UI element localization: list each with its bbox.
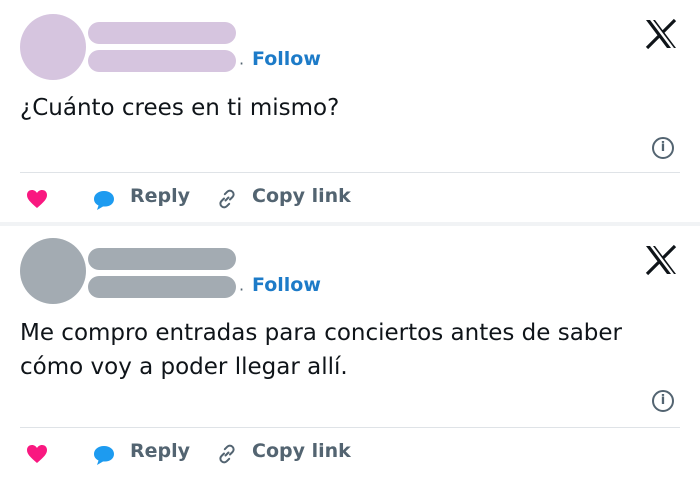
follow-button[interactable]: Follow bbox=[252, 48, 321, 70]
tweet-card: · Follow Me compro entradas para concier… bbox=[0, 226, 700, 480]
reply-icon[interactable] bbox=[92, 189, 116, 211]
reply-button[interactable]: Reply bbox=[130, 185, 190, 207]
display-name-redacted[interactable] bbox=[88, 248, 236, 270]
heart-icon[interactable] bbox=[26, 444, 48, 464]
link-icon[interactable] bbox=[216, 443, 238, 465]
action-bar: Reply Copy link bbox=[0, 183, 700, 213]
tweet-card: · Follow ¿Cuánto crees en ti mismo? i Re… bbox=[0, 0, 700, 222]
tweet-text-line: ¿Cuánto crees en ti mismo? bbox=[20, 95, 340, 121]
handle-redacted[interactable] bbox=[88, 50, 236, 72]
divider-line bbox=[20, 172, 680, 173]
copy-link-button[interactable]: Copy link bbox=[252, 440, 351, 462]
reply-icon[interactable] bbox=[92, 444, 116, 466]
tweet-text-line: cómo voy a poder llegar allí. bbox=[20, 354, 348, 380]
info-icon[interactable]: i bbox=[652, 137, 674, 159]
separator-dot: · bbox=[239, 280, 245, 299]
separator-dot: · bbox=[239, 54, 245, 73]
x-logo-icon[interactable] bbox=[644, 18, 678, 50]
x-logo-icon[interactable] bbox=[644, 244, 678, 276]
link-icon[interactable] bbox=[216, 188, 238, 210]
divider-line bbox=[20, 427, 680, 428]
follow-button[interactable]: Follow bbox=[252, 274, 321, 296]
avatar[interactable] bbox=[20, 14, 86, 80]
tweet-text: ¿Cuánto crees en ti mismo? bbox=[20, 91, 680, 125]
avatar[interactable] bbox=[20, 238, 86, 304]
heart-icon[interactable] bbox=[26, 189, 48, 209]
tweet-text-line: Me compro entradas para conciertos antes… bbox=[20, 320, 622, 346]
tweet-text: Me compro entradas para conciertos antes… bbox=[20, 316, 680, 384]
copy-link-button[interactable]: Copy link bbox=[252, 185, 351, 207]
info-icon[interactable]: i bbox=[652, 390, 674, 412]
display-name-redacted[interactable] bbox=[88, 22, 236, 44]
reply-button[interactable]: Reply bbox=[130, 440, 190, 462]
handle-redacted[interactable] bbox=[88, 276, 236, 298]
action-bar: Reply Copy link bbox=[0, 438, 700, 468]
